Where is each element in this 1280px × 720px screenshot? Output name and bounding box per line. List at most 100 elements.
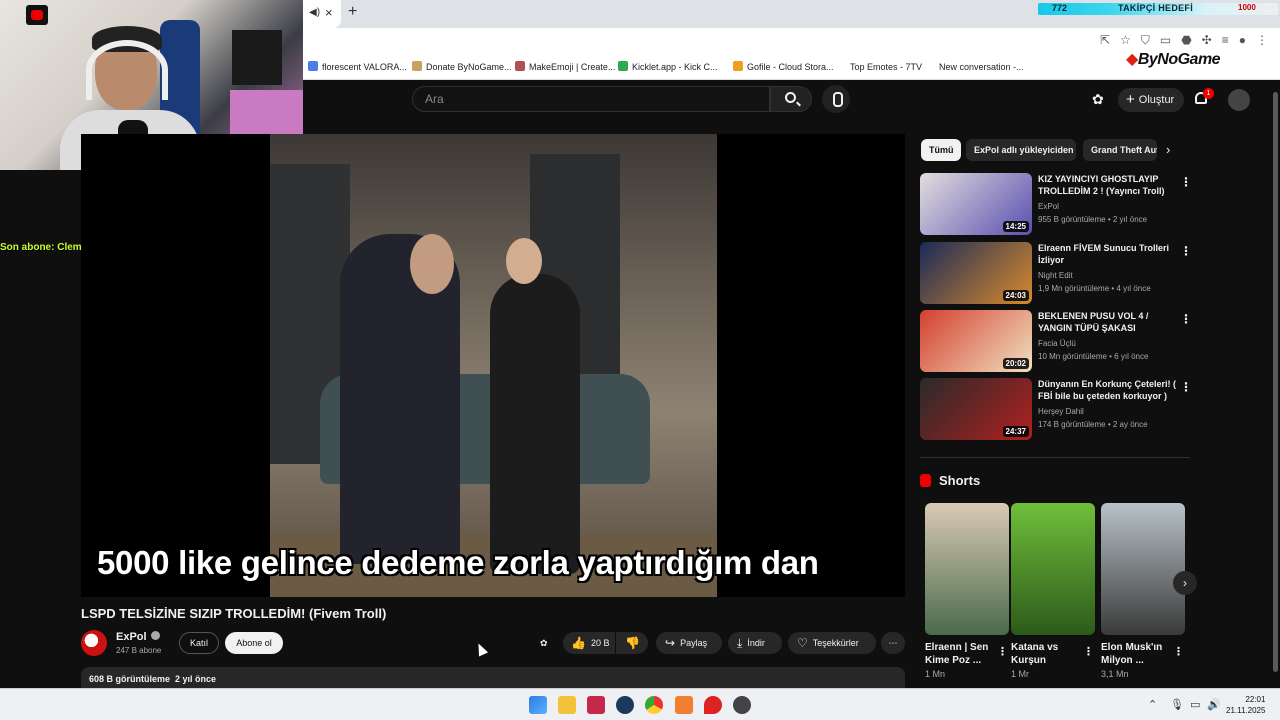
channel-name[interactable]: Herşey Dahil xyxy=(1038,407,1084,416)
scrollbar-thumb[interactable] xyxy=(1273,92,1278,672)
recommended-video[interactable]: 24:03 Elraenn FİVEM Sunucu Trolleri İzliy… xyxy=(920,242,1192,304)
tray-volume-icon[interactable]: 🔊 xyxy=(1207,698,1221,711)
steam-icon[interactable] xyxy=(616,696,634,714)
video-title: LSPD TELSİZİNE SIZIP TROLLEDİM! (Fivem T… xyxy=(81,606,387,621)
bookmark-favicon-icon xyxy=(515,61,525,71)
more-actions-button[interactable]: ⋯ xyxy=(881,632,905,654)
clock-time: 22:01 xyxy=(1245,695,1266,704)
like-button[interactable]: 👍 20 B xyxy=(563,632,615,654)
close-tab-icon[interactable]: × xyxy=(325,5,333,20)
bookmark-item[interactable]: MakeEmoji | Create... xyxy=(515,61,615,72)
video-title[interactable]: Dünyanın En Korkunç Çeteleri! ( FBİ bile… xyxy=(1038,378,1178,402)
page-scrollbar[interactable] xyxy=(1271,80,1280,688)
bookmark-item[interactable]: Top Emotes - 7TV xyxy=(836,61,922,72)
file-explorer-icon[interactable] xyxy=(558,696,576,714)
video-player[interactable]: 5000 like gelince dedeme zorla yaptırdığ… xyxy=(81,134,905,597)
search-icon xyxy=(785,92,796,103)
media-icon[interactable]: ≡ xyxy=(1222,33,1229,48)
recommended-video[interactable]: 24:37 Dünyanın En Korkunç Çeteleri! ( FBİ… xyxy=(920,378,1192,440)
short-item[interactable]: Elraenn | Sen Kime Poz ... 1 Mn ⋮ xyxy=(925,503,1009,679)
short-thumbnail[interactable] xyxy=(1011,503,1095,635)
account-avatar[interactable] xyxy=(1228,89,1250,111)
thanks-button[interactable]: ♡ Teşekkürler xyxy=(788,632,876,654)
gear-icon[interactable]: ✿ xyxy=(1092,91,1104,108)
more-options-icon[interactable]: ⋮ xyxy=(1180,312,1192,326)
obs-icon[interactable] xyxy=(733,696,751,714)
subscribe-button[interactable]: Abone ol xyxy=(225,632,283,654)
filter-chip[interactable]: Tümü xyxy=(921,139,961,161)
browser-tab[interactable]: ◀) × xyxy=(303,0,341,28)
shield-icon[interactable]: ⛉ xyxy=(1141,33,1150,48)
shorts-next-button[interactable]: › xyxy=(1173,571,1197,595)
share-button[interactable]: ↪ Paylaş xyxy=(656,632,722,654)
short-title[interactable]: Katana vs Kurşun xyxy=(1011,641,1083,667)
short-views: 3,1 Mn xyxy=(1101,669,1129,679)
more-options-icon[interactable]: ⋮ xyxy=(1180,244,1192,258)
filter-chip[interactable]: ExPol adlı yükleyiciden xyxy=(966,139,1076,161)
more-options-icon[interactable]: ⋮ xyxy=(1173,645,1184,658)
install-icon[interactable]: ⇱ xyxy=(1100,33,1110,48)
search-button[interactable] xyxy=(770,86,812,112)
video-thumbnail[interactable]: 24:37 xyxy=(920,378,1032,440)
video-title[interactable]: KIZ YAYINCIYI GHOSTLAYIP TROLLEDİM 2 ! (… xyxy=(1038,173,1178,197)
bookmark-item[interactable]: Donate ByNoGame... xyxy=(412,61,512,72)
new-tab-icon[interactable]: + xyxy=(348,3,357,21)
extension-icon[interactable]: ▭ xyxy=(1160,33,1171,48)
star-icon[interactable]: ☆ xyxy=(1120,33,1131,48)
search-input[interactable]: Ara xyxy=(412,86,770,112)
short-item[interactable]: Elon Musk'ın Milyon ... 3,1 Mn ⋮ xyxy=(1101,503,1185,679)
tray-chevron-icon[interactable]: ⌃ xyxy=(1148,698,1157,711)
bookmark-item[interactable]: florescent VALORA... xyxy=(308,61,407,72)
channel-name[interactable]: ExPol xyxy=(1038,202,1059,211)
menu-icon[interactable]: ⋮ xyxy=(1256,33,1268,48)
short-thumbnail[interactable] xyxy=(1101,503,1185,635)
bookmark-item[interactable]: New conversation -... xyxy=(925,61,1024,72)
tray-mic-icon[interactable]: 🎙 xyxy=(1170,698,1184,711)
short-title[interactable]: Elon Musk'ın Milyon ... xyxy=(1101,641,1173,667)
voice-search-icon[interactable] xyxy=(822,85,850,113)
more-options-icon[interactable]: ⋮ xyxy=(997,645,1008,658)
app-a-icon[interactable] xyxy=(675,696,693,714)
chrome-icon[interactable] xyxy=(645,696,663,714)
channel-name[interactable]: Facia Üçlü xyxy=(1038,339,1076,348)
join-button[interactable]: Katıl xyxy=(179,632,219,654)
dancer-boy-head xyxy=(506,238,542,284)
gear-video-icon[interactable]: ✿ xyxy=(540,632,556,654)
channel-avatar[interactable] xyxy=(81,630,107,656)
bookmark-item[interactable]: Gofile - Cloud Stora... xyxy=(733,61,834,72)
start-icon[interactable] xyxy=(529,696,547,714)
channel-name[interactable]: Night Edit xyxy=(1038,271,1073,280)
puzzle-icon[interactable]: ✣ xyxy=(1202,33,1212,48)
profile-icon[interactable]: ● xyxy=(1239,33,1246,48)
short-item[interactable]: Katana vs Kurşun 1 Mr ⋮ xyxy=(1011,503,1095,679)
video-thumbnail[interactable]: 24:03 xyxy=(920,242,1032,304)
background-shelf xyxy=(232,30,282,85)
more-options-icon[interactable]: ⋮ xyxy=(1180,380,1192,394)
video-title[interactable]: Elraenn FİVEM Sunucu Trolleri İzliyor xyxy=(1038,242,1178,266)
like-count: 20 B xyxy=(590,638,610,648)
shorts-heading-text: Shorts xyxy=(939,473,981,488)
dislike-button[interactable]: 👎 xyxy=(616,632,648,654)
adblock-icon[interactable]: ⬣ xyxy=(1181,33,1191,48)
video-title[interactable]: BEKLENEN PUSU VOL 4 / YANGIN TÜPÜ ŞAKASI xyxy=(1038,310,1178,334)
more-options-icon[interactable]: ⋮ xyxy=(1083,645,1094,658)
filter-chip[interactable]: Grand Theft Auto xyxy=(1083,139,1157,161)
app-pin-icon[interactable] xyxy=(704,696,722,714)
short-title[interactable]: Elraenn | Sen Kime Poz ... xyxy=(925,641,997,667)
more-options-icon[interactable]: ⋮ xyxy=(1180,175,1192,189)
thumbs-down-icon: 👎 xyxy=(625,636,640,650)
recommended-video[interactable]: 14:25 KIZ YAYINCIYI GHOSTLAYIP TROLLEDİM … xyxy=(920,173,1192,235)
download-button[interactable]: ⤓ İndir xyxy=(728,632,782,654)
tray-display-icon[interactable]: ▭ xyxy=(1190,698,1200,711)
video-thumbnail[interactable]: 14:25 xyxy=(920,173,1032,235)
recommended-video[interactable]: 20:02 BEKLENEN PUSU VOL 4 / YANGIN TÜPÜ Ş… xyxy=(920,310,1192,372)
short-thumbnail[interactable] xyxy=(925,503,1009,635)
notifications-button[interactable]: 1 xyxy=(1193,88,1214,108)
voicemeeter-icon[interactable] xyxy=(587,696,605,714)
create-button[interactable]: + Oluştur xyxy=(1118,88,1185,112)
video-thumbnail[interactable]: 20:02 xyxy=(920,310,1032,372)
channel-name[interactable]: ExPol xyxy=(116,631,160,643)
bookmark-item[interactable]: Kicklet.app - Kick C... xyxy=(618,61,718,72)
chevron-right-icon[interactable]: › xyxy=(1166,142,1170,157)
taskbar-clock[interactable]: 22:01 21.11.2025 xyxy=(1226,694,1265,716)
